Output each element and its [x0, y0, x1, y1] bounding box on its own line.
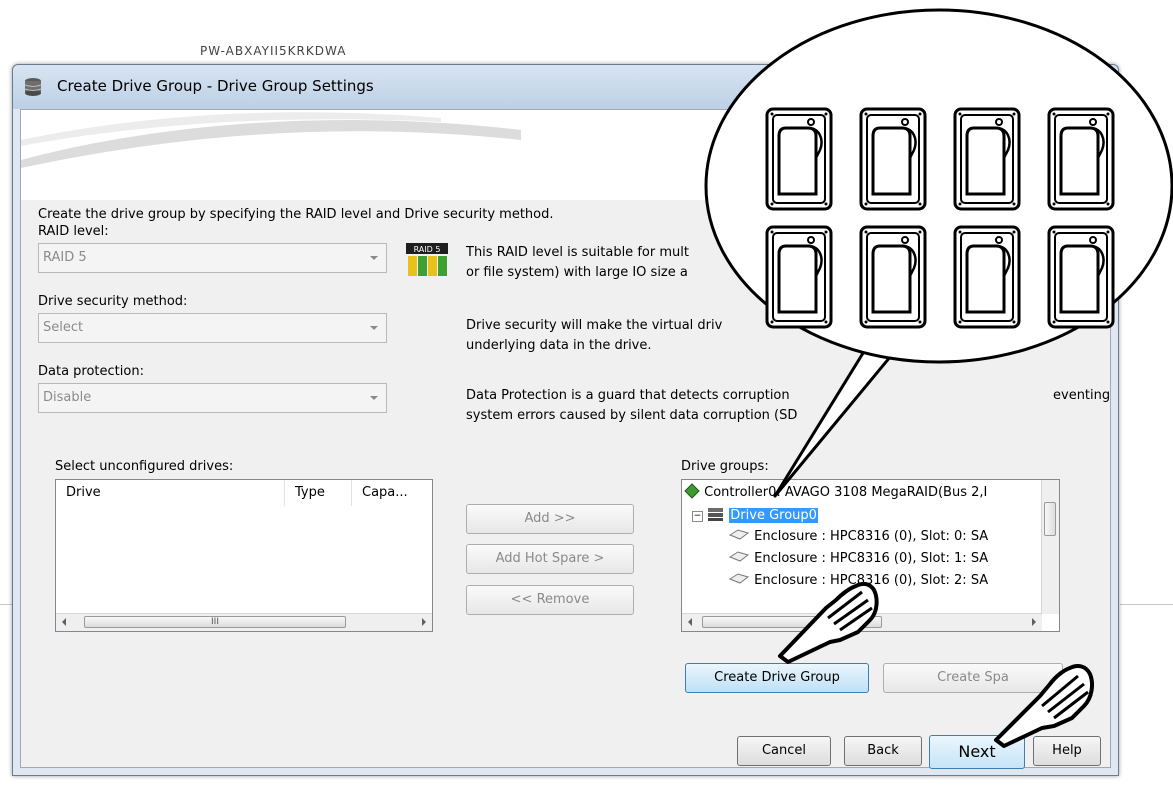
hard-drive-icon — [728, 551, 750, 562]
add-button[interactable]: Add >> — [466, 504, 634, 534]
unconfigured-drives-table[interactable]: Drive Type Capa... III — [55, 479, 433, 632]
background-divider — [1120, 604, 1173, 605]
tree-node-drive[interactable]: Enclosure : HPC8316 (0), Slot: 0: SA — [728, 529, 988, 544]
raid-level-value: RAID 5 — [43, 250, 87, 265]
tree-node-controller[interactable]: Controller0: AVAGO 3108 MegaRAID(Bus 2,I — [684, 483, 987, 500]
chevron-down-icon[interactable] — [364, 314, 386, 342]
security-description-line: Drive security will make the virtual dri… — [466, 318, 723, 333]
data-protection-value: Disable — [43, 390, 92, 405]
scroll-left-icon[interactable] — [62, 618, 66, 626]
database-icon — [24, 78, 42, 96]
scrollbar-thumb[interactable] — [1044, 502, 1056, 536]
create-drive-group-dialog: Create Drive Group - Drive Group Setting… — [12, 64, 1119, 776]
raid-description: This RAID level is suitable for mult or … — [466, 243, 689, 283]
security-method-select[interactable]: Select — [38, 313, 387, 343]
controller-icon — [684, 483, 700, 499]
raid-description-line: This RAID level is suitable for mult — [466, 245, 689, 260]
raid-5-icon: RAID 5 — [406, 243, 448, 276]
security-method-value: Select — [43, 320, 84, 335]
back-button[interactable]: Back — [844, 736, 922, 766]
cancel-button[interactable]: Cancel — [737, 736, 831, 766]
security-description: Drive security will make the virtual dri… — [466, 316, 722, 356]
vertical-scrollbar[interactable] — [1041, 480, 1059, 614]
protection-description-line: Data Protection is a guard that detects … — [466, 388, 790, 403]
raid-level-select[interactable]: RAID 5 — [38, 243, 387, 273]
security-description-line: underlying data in the drive. — [466, 338, 652, 353]
collapse-icon[interactable]: − — [692, 511, 703, 522]
raid-badge-text: RAID 5 — [414, 245, 441, 254]
header-banner — [21, 110, 1110, 200]
data-protection-label: Data protection: — [38, 364, 144, 379]
hard-drive-icon — [728, 573, 750, 584]
background-caption: PW-ABXAYII5KRKDWA — [200, 44, 347, 58]
security-method-label: Drive security method: — [38, 294, 188, 309]
controller-label: Controller0: AVAGO 3108 MegaRAID(Bus 2,I — [704, 485, 988, 500]
drive-group-icon — [708, 508, 724, 521]
banner-swoosh-graphic — [21, 112, 521, 168]
column-header-type[interactable]: Type — [285, 480, 352, 506]
drive-label: Enclosure : HPC8316 (0), Slot: 0: SA — [754, 529, 989, 544]
chevron-down-icon[interactable] — [364, 384, 386, 412]
data-protection-select[interactable]: Disable — [38, 383, 387, 413]
window-title: Create Drive Group - Drive Group Setting… — [57, 77, 374, 95]
protection-description-line: system errors caused by silent data corr… — [466, 408, 798, 423]
raid-level-label: RAID level: — [38, 224, 109, 239]
column-header-capacity[interactable]: Capa... — [352, 480, 432, 506]
unconfigured-drives-label: Select unconfigured drives: — [55, 459, 234, 474]
protection-description: Data Protection is a guard that detects … — [466, 386, 797, 426]
title-bar[interactable]: Create Drive Group - Drive Group Setting… — [13, 65, 1118, 109]
chevron-down-icon[interactable] — [364, 244, 386, 272]
pointing-hand-icon — [994, 664, 1094, 748]
scroll-right-icon[interactable] — [1032, 618, 1036, 626]
hard-drive-icon — [728, 529, 750, 540]
add-hot-spare-button[interactable]: Add Hot Spare > — [466, 544, 634, 574]
scrollbar-thumb[interactable]: III — [84, 616, 346, 628]
background-divider — [0, 604, 12, 605]
column-header-drive[interactable]: Drive — [56, 480, 285, 506]
scroll-left-icon[interactable] — [688, 618, 692, 626]
pointing-hand-icon — [778, 581, 879, 664]
drive-group-label: Drive Group0 — [729, 508, 818, 523]
dialog-body: Create the drive group by specifying the… — [20, 109, 1111, 769]
drive-groups-label: Drive groups: — [681, 459, 769, 474]
tree-node-drive-group[interactable]: − Drive Group0 — [692, 506, 818, 523]
protection-description-tail: eventing — [1053, 388, 1111, 403]
horizontal-scrollbar[interactable]: III — [56, 613, 432, 631]
close-button[interactable] — [1068, 67, 1112, 91]
raid-description-line: or file system) with large IO size a — [466, 265, 688, 280]
remove-button[interactable]: << Remove — [466, 585, 634, 615]
scroll-right-icon[interactable] — [422, 618, 426, 626]
instructions-text: Create the drive group by specifying the… — [38, 207, 554, 222]
